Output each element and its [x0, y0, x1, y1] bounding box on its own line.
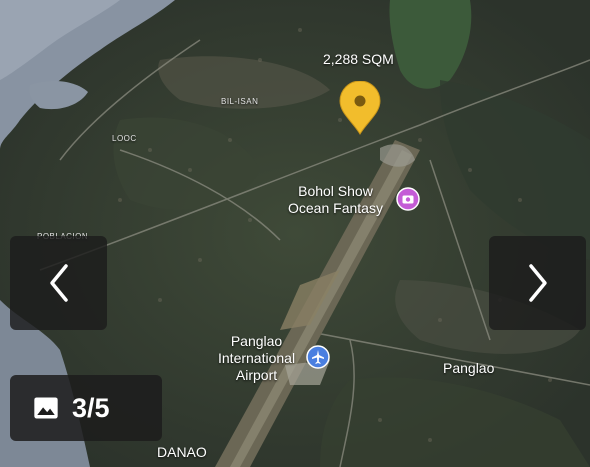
place-label-looc: LOOC: [112, 134, 137, 143]
chevron-right-icon: [528, 264, 547, 302]
next-photo-button[interactable]: [489, 236, 586, 330]
property-area-label: 2,288 SQM: [323, 51, 394, 67]
place-label-panglao: Panglao: [443, 360, 495, 376]
poi-airport-line3: Airport: [235, 367, 278, 383]
poi-airport-line2: International: [218, 350, 296, 366]
photo-counter[interactable]: 3/5: [10, 375, 162, 441]
map-pin-icon[interactable]: [338, 81, 382, 135]
camera-poi-icon[interactable]: [396, 187, 420, 211]
photo-counter-text: 3/5: [72, 392, 110, 423]
poi-airport[interactable]: Panglao International Airport: [218, 333, 295, 384]
place-label-danao: DANAO: [157, 444, 207, 460]
poi-bohol-show-line1: Bohol Show: [298, 183, 373, 199]
poi-airport-line1: Panglao: [230, 333, 283, 349]
airplane-icon[interactable]: [306, 345, 330, 369]
property-photo-gallery: BIL-ISAN LOOC POBLACION DANAO Panglao 2,…: [0, 0, 590, 467]
image-icon: [34, 397, 58, 419]
place-label-bil-isan: BIL-ISAN: [221, 97, 259, 106]
poi-bohol-show-line2: Ocean Fantasy: [288, 200, 383, 216]
poi-bohol-show[interactable]: Bohol Show Ocean Fantasy: [288, 183, 383, 217]
previous-photo-button[interactable]: [10, 236, 107, 330]
chevron-left-icon: [49, 264, 68, 302]
